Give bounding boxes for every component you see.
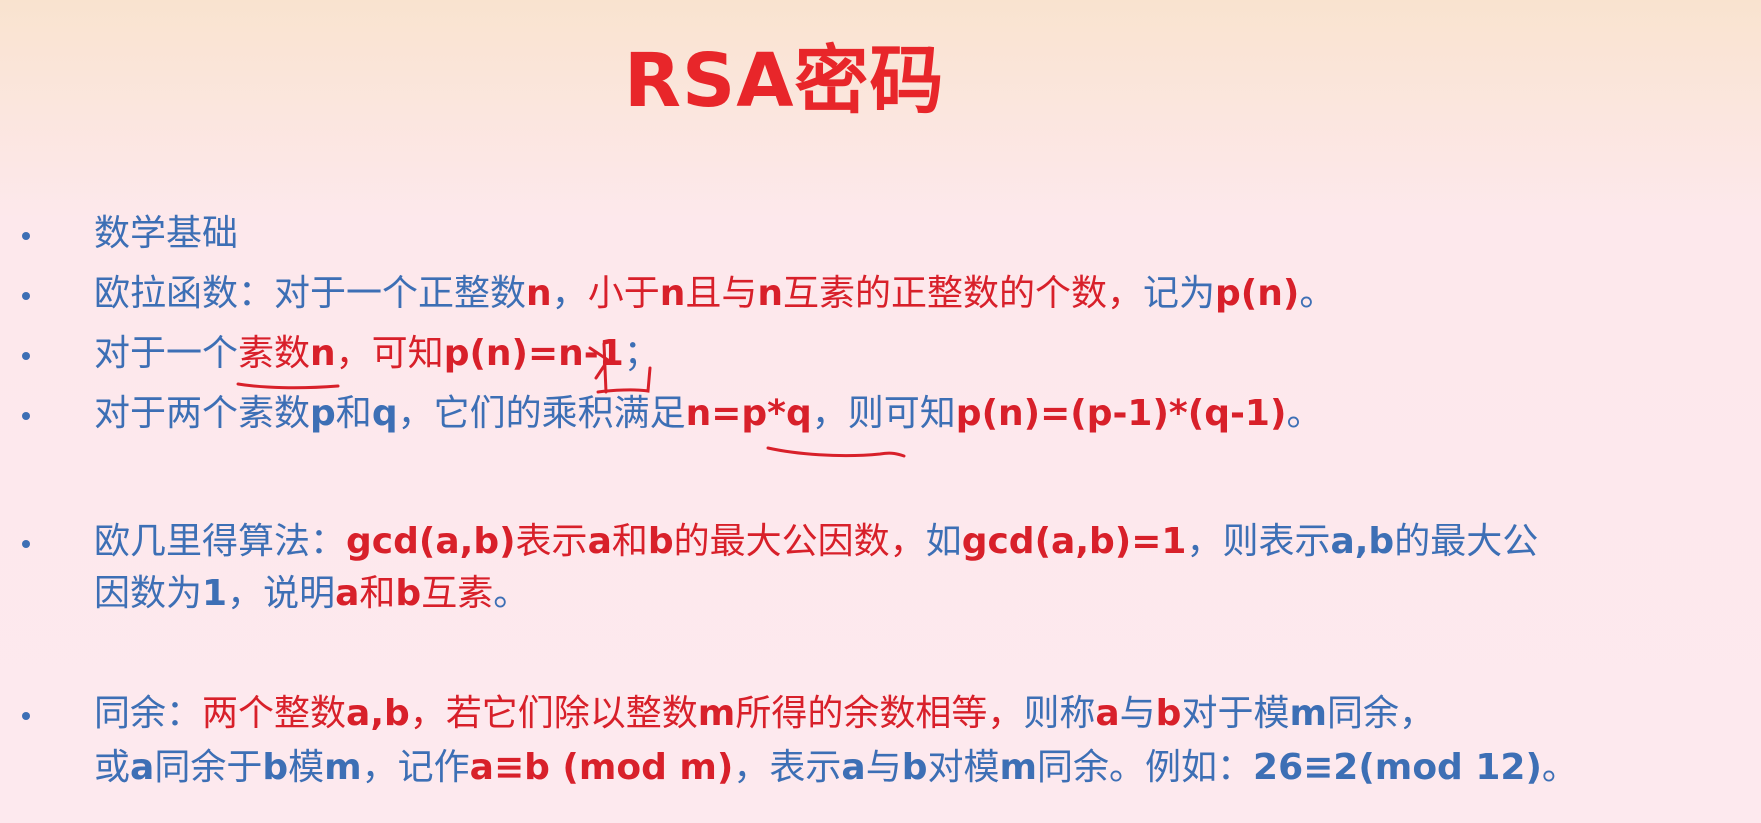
- euler-text: 且与: [685, 273, 758, 314]
- euler-text: 记为: [1143, 273, 1216, 314]
- congruence-text: ，记作: [361, 747, 470, 788]
- euclid-var: b: [395, 573, 422, 614]
- euler-text: 互素的正整数的个数，: [783, 273, 1144, 314]
- euclid-text: 的最大公: [1394, 521, 1539, 562]
- congruence-text: 模: [288, 747, 325, 788]
- slide: RSA密码 数学基础 欧拉函数：对于一个正整数n，小于n且与n互素的正整数的个数…: [0, 0, 1761, 823]
- congruence-var: b: [1155, 693, 1182, 734]
- euclid-formula: gcd(a,b)=1: [961, 521, 1187, 562]
- euler-text: 小于: [587, 273, 660, 314]
- congruence-var: a: [1095, 693, 1120, 734]
- bullet-euclid-line2: 因数为1，说明a和b互素。: [94, 570, 529, 618]
- congruence-var: m: [324, 747, 362, 788]
- congruence-text: 与: [865, 747, 902, 788]
- euclid-text: 和: [611, 521, 648, 562]
- euclid-var: 1: [202, 573, 228, 614]
- euler-var: n: [659, 273, 686, 314]
- bullet-dot: [22, 292, 30, 300]
- congruence-text: 同余。例如：: [1037, 747, 1254, 788]
- euclid-text: 表示: [515, 521, 588, 562]
- congruence-var: b: [901, 747, 928, 788]
- bullet-congruence-line1: 同余：两个整数a,b，若它们除以整数m所得的余数相等，则称a与b对于模m同余，: [94, 690, 1435, 738]
- euclid-var: a: [587, 521, 612, 562]
- euler-var: n: [526, 273, 552, 314]
- bullet-two-primes: 对于两个素数p和q，它们的乘积满足n=p*q，则可知p(n)=(p-1)*(q-…: [94, 390, 1322, 438]
- euclid-text: ，说明: [227, 573, 336, 614]
- congruence-var: m: [999, 747, 1038, 788]
- congruence-text: 。: [1541, 747, 1578, 788]
- euclid-text: 如: [925, 521, 962, 562]
- congruence-text: 同余于: [154, 747, 263, 788]
- two-primes-var: q: [371, 393, 398, 434]
- bullet-dot: [22, 412, 30, 420]
- prime-word: 素数: [238, 333, 311, 374]
- congruence-text: 对于模: [1181, 693, 1290, 734]
- euclid-var: a,b: [1330, 521, 1395, 562]
- euclid-var: b: [647, 521, 674, 562]
- euclid-text: 和: [359, 573, 396, 614]
- congruence-label: 同余：: [94, 693, 203, 734]
- two-primes-var: p: [310, 393, 336, 434]
- euclid-text: 互素: [421, 573, 494, 614]
- euclid-text: 。: [493, 573, 530, 614]
- bullet-euclid-line1: 欧几里得算法：gcd(a,b)表示a和b的最大公因数，如gcd(a,b)=1，则…: [94, 518, 1538, 566]
- congruence-text: 两个整数: [202, 693, 347, 734]
- two-primes-formula: p(n)=(p-1)*(q-1): [955, 393, 1287, 434]
- congruence-text: 则称: [1023, 693, 1096, 734]
- prime-text: ，可知: [335, 333, 444, 374]
- bullet-math-basics: 数学基础: [94, 210, 238, 258]
- euler-text: 。: [1299, 273, 1336, 314]
- congruence-text: ，表示: [733, 747, 842, 788]
- congruence-var: a: [130, 747, 155, 788]
- prime-formula: p(n)=n-1: [443, 333, 624, 374]
- euler-var: n: [757, 273, 783, 314]
- underline-prime-word: [236, 382, 340, 390]
- two-primes-formula: n=p*q: [685, 393, 812, 434]
- two-primes-text: 。: [1286, 393, 1323, 434]
- euler-label: 欧拉函数：: [94, 273, 275, 314]
- euler-text: 对于一个正整数: [274, 273, 527, 314]
- basics-text: 数学基础: [94, 213, 239, 254]
- bullet-dot: [22, 540, 30, 548]
- bullet-dot: [22, 712, 30, 720]
- congruence-text: ，若它们除以整数: [409, 693, 698, 734]
- congruence-var: a,b: [346, 693, 410, 734]
- euclid-text: 的最大公因数，: [673, 521, 926, 562]
- euclid-text: 因数为: [94, 573, 203, 614]
- euclid-formula: gcd(a,b): [346, 521, 516, 562]
- congruence-var: m: [1289, 693, 1327, 734]
- two-primes-text: ，它们的乘积满足: [397, 393, 686, 434]
- underline-npq: [766, 446, 906, 458]
- congruence-var: a: [841, 747, 866, 788]
- bullet-euler: 欧拉函数：对于一个正整数n，小于n且与n互素的正整数的个数，记为p(n)。: [94, 270, 1335, 318]
- congruence-formula: a≡b (mod m): [469, 747, 734, 788]
- slide-title: RSA密码: [624, 38, 945, 124]
- congruence-text: 或: [94, 747, 131, 788]
- congruence-text: 所得的余数相等，: [735, 693, 1024, 734]
- congruence-var: m: [697, 693, 736, 734]
- prime-text: 对于一个: [94, 333, 239, 374]
- euler-text: ，: [551, 273, 588, 314]
- prime-text: ；: [623, 333, 660, 374]
- bullet-dot: [22, 232, 30, 240]
- euclid-label: 欧几里得算法：: [94, 521, 347, 562]
- congruence-text: 与: [1119, 693, 1156, 734]
- euler-formula: p(n): [1215, 273, 1300, 314]
- congruence-var: b: [262, 747, 289, 788]
- euclid-var: a: [335, 573, 360, 614]
- bullet-dot: [22, 352, 30, 360]
- congruence-text: 同余，: [1326, 693, 1435, 734]
- two-primes-text: 对于两个素数: [94, 393, 311, 434]
- bullet-congruence-line2: 或a同余于b模m，记作a≡b (mod m)，表示a与b对模m同余。例如：26≡…: [94, 744, 1578, 792]
- congruence-example: 26≡2(mod 12): [1253, 747, 1542, 788]
- two-primes-text: 和: [335, 393, 372, 434]
- congruence-text: 对模: [927, 747, 1000, 788]
- euclid-text: ，则表示: [1186, 521, 1331, 562]
- two-primes-text: ，则可知: [811, 393, 956, 434]
- bullet-prime: 对于一个素数n，可知p(n)=n-1；: [94, 330, 660, 378]
- prime-var: n: [310, 333, 336, 374]
